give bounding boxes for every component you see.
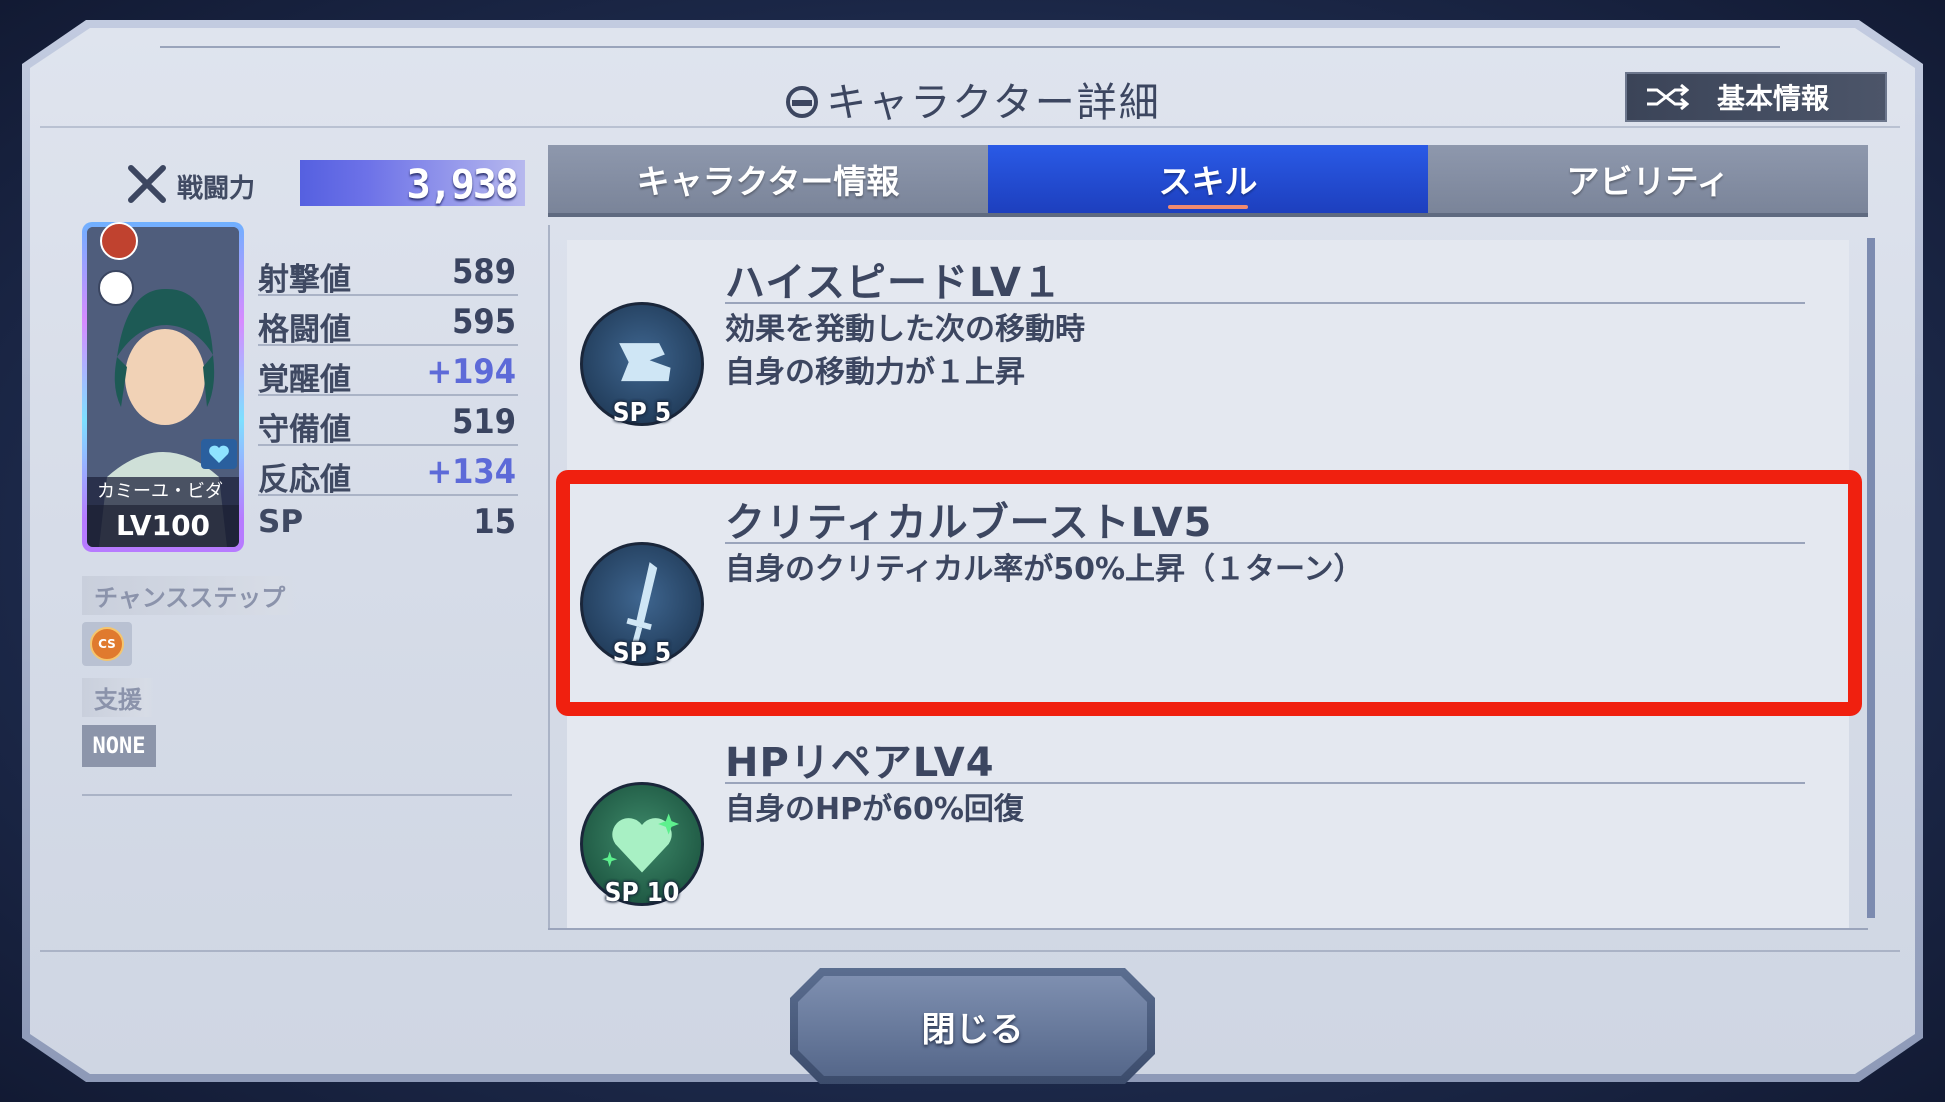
- tab-bar: キャラクター情報 スキル アビリティ: [548, 145, 1868, 217]
- character-level: LV100: [87, 505, 239, 547]
- stat-row-shooting: 射撃値 589: [258, 246, 518, 298]
- top-divider: [160, 46, 1780, 48]
- combat-power-label: 戦闘力: [177, 174, 256, 204]
- stat-label: 射撃値: [258, 262, 351, 298]
- footer-divider: [40, 950, 1900, 952]
- skill-description: 効果を発動した次の移動時 自身の移動力が１上昇: [725, 312, 1085, 390]
- stat-row-defense: 守備値 519: [258, 396, 518, 448]
- helmet-icon: [786, 86, 819, 118]
- stat-value: 15: [473, 502, 516, 542]
- stat-label: SP: [258, 504, 304, 540]
- left-divider: [82, 794, 512, 796]
- skill-item[interactable]: SP 5 クリティカルブーストLV5 自身のクリティカル率が50%上昇（１ターン…: [580, 490, 1840, 690]
- chance-step-label: チャンスステップ: [82, 576, 298, 615]
- scrollbar-thumb[interactable]: [1867, 238, 1875, 918]
- stat-label: 反応値: [258, 462, 351, 498]
- basic-info-label: 基本情報: [1717, 82, 1830, 115]
- character-name: カミーユ・ビダ: [87, 477, 239, 505]
- combat-power-bar: 3,938: [300, 160, 525, 208]
- tab-ability[interactable]: アビリティ: [1428, 145, 1868, 213]
- skill-divider: [725, 782, 1805, 784]
- skill-item[interactable]: SP 10 HPリペアLV4 自身のHPが60%回復: [580, 730, 1840, 930]
- tab-skill[interactable]: スキル: [988, 145, 1428, 213]
- stat-value: +194: [426, 352, 516, 392]
- basic-info-button[interactable]: 基本情報: [1625, 72, 1887, 122]
- support-label: 支援: [82, 678, 154, 717]
- skill-item[interactable]: SP 5 ハイスピードLV１ 効果を発動した次の移動時 自身の移動力が１上昇: [580, 250, 1840, 450]
- close-button-label: 閉じる: [921, 1009, 1024, 1050]
- skill-divider: [725, 302, 1805, 304]
- stat-row-reaction: 反応値 +134: [258, 446, 518, 498]
- stat-value: 595: [452, 302, 516, 342]
- skill-description: 自身のHPが60%回復: [725, 792, 1024, 827]
- close-button[interactable]: 閉じる: [790, 968, 1155, 1084]
- skill-divider: [725, 542, 1805, 544]
- stat-label: 覚醒値: [258, 362, 351, 398]
- panel-edge: [548, 225, 550, 930]
- stat-row-melee: 格闘値 595: [258, 296, 518, 348]
- skill-description: 自身のクリティカル率が50%上昇（１ターン）: [725, 552, 1364, 587]
- skill-scrollbar[interactable]: [1867, 238, 1875, 918]
- cs-icon: CS: [90, 627, 124, 661]
- tab-character-info[interactable]: キャラクター情報: [548, 145, 988, 213]
- combat-power: 戦闘力 3,938: [125, 158, 525, 208]
- stat-value: +134: [426, 452, 516, 492]
- stat-row-sp: SP 15: [258, 496, 518, 546]
- rocket-badge-icon: [100, 222, 138, 260]
- support-heart-icon: [201, 439, 237, 469]
- stat-label: 守備値: [258, 412, 351, 448]
- skill-sp-cost: SP 10: [604, 878, 680, 908]
- type-badge-icon: [98, 270, 134, 306]
- stat-row-awaken: 覚醒値 +194: [258, 346, 518, 398]
- chance-step-badge[interactable]: CS: [82, 622, 132, 666]
- support-value: NONE: [82, 725, 156, 767]
- skill-sp-cost: SP 5: [612, 638, 672, 668]
- stat-label: 格闘値: [258, 312, 351, 348]
- combat-power-value: 3,938: [406, 162, 519, 208]
- skill-name: クリティカルブーストLV5: [725, 500, 1213, 546]
- page-title-text: キャラクター詳細: [826, 80, 1161, 126]
- stat-value: 519: [452, 402, 516, 442]
- stats-list: 射撃値 589 格闘値 595 覚醒値 +194 守備値 519 反応値 +13…: [258, 246, 518, 546]
- skill-name: HPリペアLV4: [725, 740, 995, 786]
- skill-name: ハイスピードLV１: [725, 260, 1063, 306]
- skill-sp-cost: SP 5: [612, 398, 672, 428]
- shuffle-icon: [1647, 83, 1689, 111]
- stat-value: 589: [452, 252, 516, 292]
- crossed-swords-icon: [128, 165, 166, 203]
